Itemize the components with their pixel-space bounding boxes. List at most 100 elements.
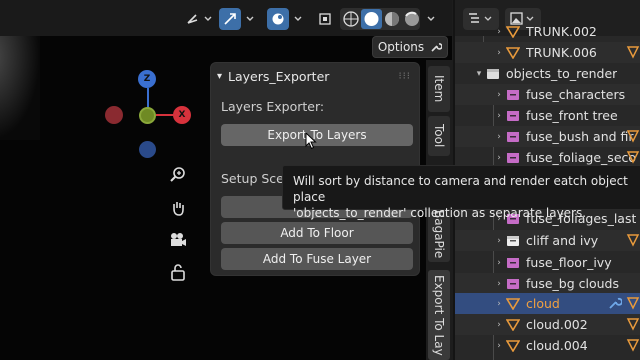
outliner-row-label: fuse_bush and fir bbox=[526, 129, 634, 144]
outliner-row-label: TRUNK.006 bbox=[526, 45, 597, 60]
outliner-row-label: objects_to_render bbox=[506, 66, 618, 81]
tooltip-line-1: Will sort by distance to camera and rend… bbox=[293, 174, 628, 204]
overlays-dropdown[interactable] bbox=[291, 8, 305, 30]
fuse-object-icon bbox=[505, 277, 521, 291]
shading-mode-icons bbox=[343, 9, 419, 29]
chevron-right-icon[interactable]: › bbox=[493, 279, 505, 289]
chevron-down-icon bbox=[246, 16, 254, 21]
outliner-row-label: fuse_characters bbox=[526, 87, 626, 102]
outliner-row-label: fuse_front tree bbox=[526, 108, 618, 123]
outliner-row[interactable]: › cloud.004 bbox=[455, 335, 640, 356]
chevron-down-icon: ▾ bbox=[217, 70, 223, 82]
chevron-down-icon bbox=[294, 16, 302, 21]
object-data-icon bbox=[626, 151, 640, 164]
fuse-object-icon bbox=[505, 109, 521, 123]
modifier-icons bbox=[626, 317, 640, 331]
x-axis-handle[interactable]: X bbox=[173, 106, 191, 124]
hand-pan-icon[interactable] bbox=[166, 196, 190, 220]
panel-header[interactable]: ▾ Layers_Exporter ⁝⁝⁝ bbox=[211, 63, 419, 89]
chevron-right-icon[interactable]: › bbox=[493, 111, 505, 121]
export-to-layers-button[interactable]: Export To Layers bbox=[221, 124, 413, 146]
viewport-header bbox=[0, 0, 452, 36]
group-icon bbox=[505, 234, 521, 248]
mouse-cursor-icon bbox=[305, 132, 317, 150]
wrench-icon bbox=[431, 43, 443, 52]
overlays-icon bbox=[272, 13, 284, 25]
z-axis-handle[interactable]: Z bbox=[138, 70, 156, 88]
chevron-right-icon[interactable]: › bbox=[493, 90, 505, 100]
modifier-icons bbox=[626, 45, 640, 59]
fuse-object-icon bbox=[505, 256, 521, 270]
camera-icon[interactable] bbox=[166, 228, 190, 252]
chevron-right-icon[interactable]: › bbox=[493, 153, 505, 163]
fuse-object-icon bbox=[505, 88, 521, 102]
outliner-row-label: fuse_bg clouds bbox=[526, 276, 619, 291]
outliner-row-label: fuse_floor_ivy bbox=[526, 255, 612, 270]
chevron-down-icon bbox=[427, 16, 435, 21]
outliner-row[interactable]: › fuse_floor_ivy bbox=[455, 252, 640, 273]
chevron-right-icon[interactable]: › bbox=[493, 258, 505, 268]
fuse-object-icon bbox=[505, 151, 521, 165]
object-data-icon bbox=[626, 46, 640, 59]
tab-tool[interactable]: Tool bbox=[428, 116, 450, 156]
section-label-layers-exporter: Layers Exporter: bbox=[221, 99, 325, 114]
neg-z-axis-handle[interactable] bbox=[139, 141, 156, 158]
tab-export-to-layers[interactable]: Export To Lay bbox=[428, 270, 450, 360]
collection-icon bbox=[485, 67, 501, 81]
object-data-icon bbox=[626, 234, 640, 247]
outliner-row[interactable]: › fuse_characters bbox=[455, 84, 640, 105]
lock-icon[interactable] bbox=[166, 260, 190, 284]
outliner-row-label: cloud.004 bbox=[526, 338, 588, 353]
chevron-right-icon[interactable]: › bbox=[493, 236, 505, 246]
chevron-right-icon[interactable]: › bbox=[493, 320, 505, 330]
drag-grip-icon[interactable]: ⁝⁝⁝ bbox=[398, 71, 411, 82]
transform-orientation-button[interactable] bbox=[182, 8, 216, 30]
modifier-icons bbox=[626, 150, 640, 164]
zoom-icon[interactable] bbox=[166, 162, 190, 186]
object-icon bbox=[505, 46, 521, 60]
add-to-floor-button[interactable]: Add To Floor bbox=[221, 222, 413, 244]
object-data-icon bbox=[626, 339, 640, 352]
add-to-fuse-layer-button[interactable]: Add To Fuse Layer bbox=[221, 248, 413, 270]
modifier-icons bbox=[626, 233, 640, 247]
options-label: Options bbox=[377, 40, 425, 54]
snap-button[interactable] bbox=[219, 8, 241, 30]
outliner-row-label: cloud bbox=[526, 296, 560, 311]
y-axis-handle[interactable] bbox=[139, 107, 156, 124]
xray-button[interactable] bbox=[314, 8, 336, 30]
outliner-row[interactable]: › TRUNK.006 bbox=[455, 42, 640, 63]
tab-item[interactable]: Item bbox=[428, 66, 450, 112]
chevron-right-icon[interactable]: › bbox=[493, 27, 505, 37]
panel-title: Layers_Exporter bbox=[228, 68, 330, 84]
overlays-button[interactable] bbox=[267, 8, 289, 30]
snap-icon bbox=[224, 13, 236, 25]
modifier-icons bbox=[626, 338, 640, 352]
wrench-icon bbox=[609, 297, 622, 309]
outliner-row[interactable]: › fuse_bush and fir bbox=[455, 126, 640, 147]
snap-dropdown[interactable] bbox=[243, 8, 257, 30]
neg-x-axis-handle[interactable] bbox=[105, 106, 123, 124]
chevron-down-icon[interactable]: ▾ bbox=[473, 69, 485, 79]
modifier-icons bbox=[608, 296, 640, 310]
outliner-row[interactable]: › cloud bbox=[455, 293, 640, 314]
shading-modes bbox=[340, 8, 420, 30]
options-button[interactable]: Options bbox=[372, 36, 448, 58]
outliner-collection-row[interactable]: ▾ objects_to_render bbox=[455, 63, 640, 84]
outliner-row-label: fuse_foliage_seco bbox=[526, 150, 637, 165]
outliner-row[interactable]: › TRUNK.002 bbox=[455, 21, 640, 42]
fuse-object-icon bbox=[505, 130, 521, 144]
outliner-row[interactable]: › cloud.002 bbox=[455, 314, 640, 335]
object-icon bbox=[505, 318, 521, 332]
chevron-right-icon[interactable]: › bbox=[493, 132, 505, 142]
chevron-right-icon[interactable]: › bbox=[493, 48, 505, 58]
outliner-row[interactable]: › cliff and ivy bbox=[455, 230, 640, 251]
chevron-right-icon[interactable]: › bbox=[493, 299, 505, 309]
modifier-icons bbox=[626, 129, 640, 143]
xray-icon bbox=[319, 13, 331, 25]
outliner-row-label: TRUNK.002 bbox=[526, 24, 597, 39]
outliner-row[interactable]: › fuse_front tree bbox=[455, 105, 640, 126]
object-icon bbox=[505, 297, 521, 311]
shading-dropdown[interactable] bbox=[424, 8, 438, 30]
chevron-right-icon[interactable]: › bbox=[493, 341, 505, 351]
outliner-row[interactable]: › fuse_bg clouds bbox=[455, 273, 640, 294]
